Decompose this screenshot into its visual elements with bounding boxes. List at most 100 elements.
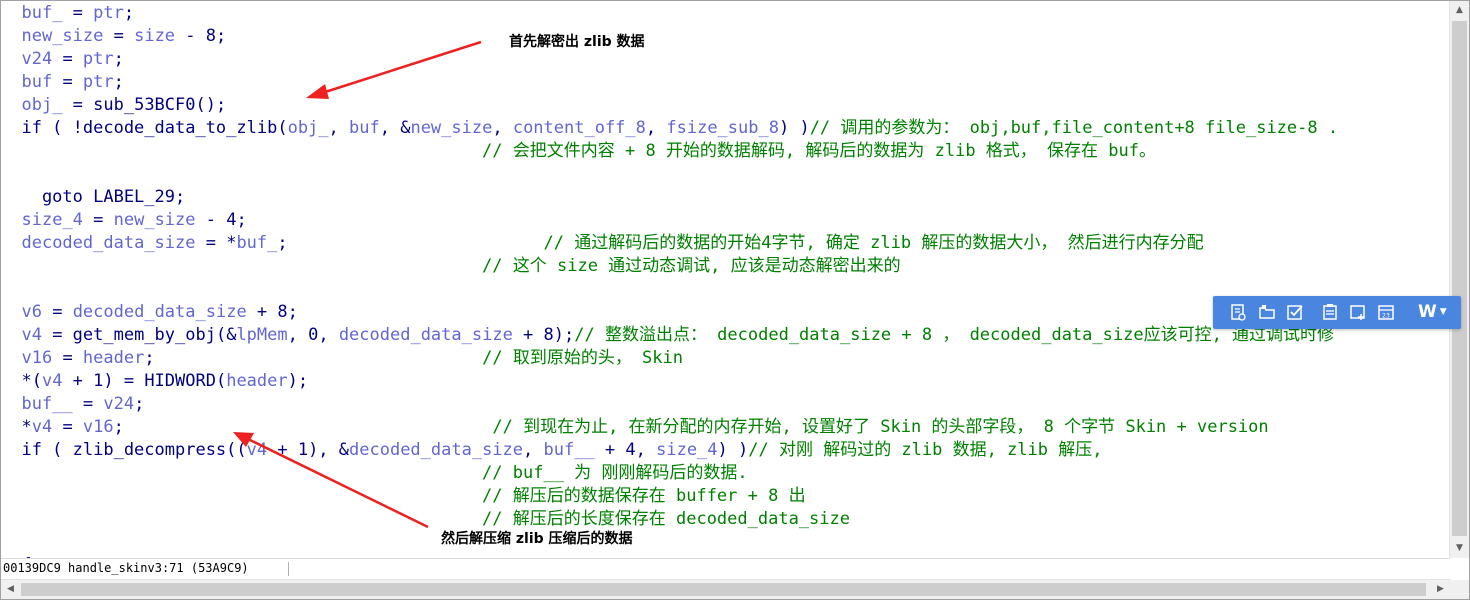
code-token: = — [52, 348, 83, 368]
clipboard-list-icon[interactable] — [1320, 302, 1340, 322]
code-token: if ( !decode_data_to_zlib( — [1, 118, 288, 138]
code-line[interactable]: v4 = get_mem_by_obj(&lpMem, 0, decoded_d… — [1, 324, 1334, 347]
code-line[interactable]: // 解压后的长度保存在 decoded_data_size — [1, 508, 850, 531]
chevron-left-icon: ◀ — [7, 584, 14, 594]
code-token: + 8); — [512, 325, 575, 345]
folder-tag-icon[interactable] — [1257, 302, 1277, 322]
code-token: = — [41, 302, 73, 322]
code-token: , 0, — [287, 325, 339, 345]
code-token: + 8; — [246, 302, 298, 322]
code-token: , — [523, 440, 544, 460]
code-identifier: new_size — [113, 210, 196, 230]
code-line[interactable]: if ( !decode_data_to_zlib(obj_, buf, &ne… — [1, 117, 1338, 140]
code-identifier: v4 — [21, 325, 42, 345]
code-line[interactable]: *v4 = v16; // 到现在为止, 在新分配的内存开始, 设置好了 Ski… — [1, 416, 1268, 439]
wps-menu-button[interactable]: W ▼ — [1418, 300, 1458, 324]
scroll-down-button[interactable]: ▼ — [1450, 539, 1469, 558]
code-comment: // 对刚 解码过的 zlib 数据, zlib 解压, — [748, 440, 1103, 460]
calendar-icon[interactable]: 23 — [1376, 302, 1396, 322]
chevron-right-icon: ▶ — [1437, 584, 1444, 594]
code-token: = sub_53BCF0(); — [62, 95, 227, 115]
scroll-left-button[interactable]: ◀ — [1, 580, 20, 599]
code-line[interactable]: v6 = decoded_data_size + 8; — [1, 301, 298, 324]
code-line[interactable]: *(v4 + 1) = HIDWORD(header); — [1, 370, 308, 393]
status-divider — [288, 562, 289, 576]
horizontal-scroll-thumb[interactable] — [21, 583, 1426, 596]
code-identifier: decoded_data_size — [21, 233, 196, 253]
code-token: ; — [134, 394, 145, 414]
code-token: , — [492, 118, 513, 138]
code-token: = — [52, 417, 83, 437]
code-token: = — [62, 3, 94, 23]
code-line[interactable]: if ( zlib_decompress((v4 + 1), &decoded_… — [1, 439, 1102, 462]
code-identifier: header — [82, 348, 145, 368]
code-identifier: v6 — [21, 302, 42, 322]
code-identifier: ptr — [82, 72, 114, 92]
code-line[interactable]: v24 = ptr; — [1, 48, 124, 71]
code-line[interactable]: // 解压后的数据保存在 buffer + 8 出 — [1, 485, 806, 508]
code-identifier: v16 — [21, 348, 53, 368]
scroll-up-button[interactable]: ▲ — [1450, 1, 1469, 20]
code-identifier: obj_ — [21, 95, 63, 115]
code-identifier: new_size — [410, 118, 493, 138]
svg-text:23: 23 — [1382, 313, 1390, 320]
code-token: ) ) — [778, 118, 810, 138]
code-token: = * — [195, 233, 237, 253]
code-line[interactable]: size_4 = new_size - 4; — [1, 209, 247, 232]
code-token: , — [328, 118, 350, 138]
code-identifier: fsize_sub_8 — [666, 118, 779, 138]
scroll-right-button[interactable]: ▶ — [1431, 580, 1450, 599]
annotation-decompress-zlib: 然后解压缩 zlib 压缩后的数据 — [441, 531, 633, 547]
code-token: , & — [379, 118, 411, 138]
code-line[interactable]: // 这个 size 通过动态调试, 应该是动态解密出来的 — [1, 255, 901, 278]
pseudocode-view[interactable]: buf_ = ptr; new_size = size - 8; v24 = p… — [1, 1, 1450, 558]
checkbox-icon[interactable] — [1285, 302, 1305, 322]
horizontal-scrollbar[interactable]: ◀ ▶ — [1, 579, 1450, 599]
vertical-scrollbar[interactable]: ▲ ▼ — [1449, 1, 1469, 558]
code-token: = get_mem_by_obj(& — [41, 325, 237, 345]
code-identifier: buf__ — [543, 440, 595, 460]
code-line[interactable]: // 会把文件内容 + 8 开始的数据解码, 解码后的数据为 zlib 格式， … — [1, 140, 1156, 163]
code-line[interactable]: // buf__ 为 刚刚解码后的数据. — [1, 462, 748, 485]
code-token: = — [72, 394, 104, 414]
code-comment: // 解压后的长度保存在 decoded_data_size — [482, 509, 850, 529]
code-identifier: decoded_data_size — [72, 302, 247, 322]
code-identifier: buf__ — [21, 394, 73, 414]
vertical-scroll-thumb[interactable] — [1452, 21, 1467, 536]
code-token: - 4; — [195, 210, 247, 230]
code-identifier: size_4 — [21, 210, 83, 230]
code-identifier: v4 — [31, 417, 53, 437]
image-add-icon[interactable] — [1348, 302, 1368, 322]
code-token: + 1) = HIDWORD( — [62, 371, 227, 391]
code-token: ; — [113, 49, 124, 69]
code-token: = — [52, 72, 83, 92]
document-edit-icon[interactable] — [1228, 302, 1248, 322]
annotation-decrypt-zlib: 首先解密出 zlib 数据 — [509, 34, 645, 50]
code-line[interactable]: goto LABEL_29; — [1, 186, 185, 209]
code-identifier: v24 — [21, 49, 53, 69]
code-line[interactable]: new_size = size - 8; — [1, 25, 226, 48]
code-comment: // buf__ 为 刚刚解码后的数据. — [482, 463, 748, 483]
code-line[interactable]: decoded_data_size = *buf_; // 通过解码后的数据的开… — [1, 232, 1203, 255]
code-line[interactable]: buf = ptr; — [1, 71, 123, 94]
code-comment: // 取到原始的头， Skin — [482, 348, 683, 368]
code-line[interactable]: obj_ = sub_53BCF0(); — [1, 94, 226, 117]
code-line[interactable]: v16 = header; // 取到原始的头， Skin — [1, 347, 683, 370]
code-identifier: buf_ — [21, 3, 63, 23]
code-identifier: content_off_8 — [512, 118, 646, 138]
code-identifier: v4 — [41, 371, 63, 391]
code-line[interactable]: buf__ = v24; — [1, 393, 144, 416]
code-line[interactable]: buf_ = ptr; — [1, 2, 134, 25]
